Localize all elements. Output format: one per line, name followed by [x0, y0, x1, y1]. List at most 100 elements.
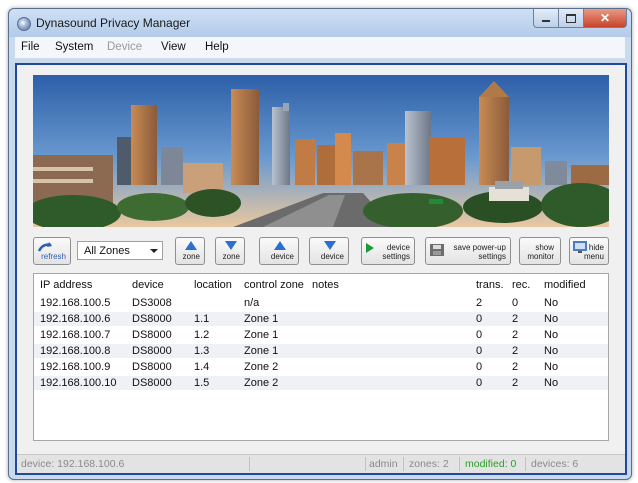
- table-cell: 192.168.100.7: [40, 329, 111, 341]
- table-cell: DS8000: [132, 361, 172, 373]
- table-header: IP address device location control zone …: [34, 278, 608, 292]
- table-cell: 0: [512, 297, 519, 309]
- column-header[interactable]: notes: [312, 279, 339, 291]
- column-header[interactable]: device: [132, 279, 164, 291]
- table-cell: 0: [476, 345, 483, 357]
- table-cell: 192.168.100.10: [40, 377, 117, 389]
- table-cell: 0: [476, 329, 483, 341]
- table-cell: 192.168.100.6: [40, 313, 111, 325]
- skyline-banner: [33, 75, 609, 227]
- status-zones: zones: 2: [409, 458, 449, 470]
- table-cell: 2: [512, 361, 519, 373]
- table-row[interactable]: 192.168.100.10 DS8000 1.5 Zone 2 0 2 No: [34, 376, 608, 390]
- table-row[interactable]: 192.168.100.8 DS8000 1.3 Zone 1 0 2 No: [34, 344, 608, 358]
- hide-menu-line1: hide: [588, 243, 604, 252]
- table-cell: No: [544, 329, 559, 341]
- table-cell: 0: [476, 313, 483, 325]
- menu-help[interactable]: Help: [205, 41, 229, 53]
- device-settings-line2: settings: [382, 252, 410, 261]
- add-zone-button[interactable]: zone: [175, 237, 205, 265]
- chevron-down-icon: [150, 249, 158, 253]
- column-header[interactable]: modified: [544, 279, 586, 291]
- table-cell: Zone 1: [244, 329, 279, 341]
- table-cell: No: [544, 313, 559, 325]
- status-divider: [403, 457, 404, 471]
- window-title: Dynasound Privacy Manager: [36, 16, 191, 30]
- maximize-button[interactable]: [559, 9, 584, 28]
- table-cell: 2: [512, 313, 519, 325]
- column-header[interactable]: rec.: [512, 279, 530, 291]
- menu-device[interactable]: Device: [107, 41, 142, 53]
- table-cell: 1.5: [194, 377, 210, 389]
- menu-view[interactable]: View: [161, 41, 186, 53]
- column-header[interactable]: location: [194, 279, 232, 291]
- maximize-icon: [566, 13, 576, 23]
- table-cell: 192.168.100.8: [40, 345, 111, 357]
- column-header[interactable]: IP address: [40, 279, 92, 291]
- window-controls: ✕: [533, 9, 627, 28]
- table-cell: 2: [512, 345, 519, 357]
- status-user: admin: [369, 458, 398, 470]
- play-icon: [366, 243, 374, 253]
- table-row[interactable]: 192.168.100.6 DS8000 1.1 Zone 1 0 2 No: [34, 312, 608, 326]
- table-cell: DS3008: [132, 297, 172, 309]
- device-settings-button[interactable]: device settings: [361, 237, 415, 265]
- table-cell: 2: [512, 329, 519, 341]
- remove-zone-label: zone: [222, 252, 240, 261]
- table-cell: 2: [512, 377, 519, 389]
- main-panel: refresh All Zones zone zone device devic…: [15, 63, 627, 475]
- status-divider: [459, 457, 460, 471]
- show-monitor-line2: monitor: [527, 252, 554, 261]
- status-selected-device: device: 192.168.100.6: [21, 458, 125, 470]
- minimize-icon: [542, 20, 550, 22]
- remove-device-button[interactable]: device: [309, 237, 349, 265]
- minimize-button[interactable]: [533, 9, 559, 28]
- add-zone-label: zone: [182, 252, 200, 261]
- device-settings-line1: device: [386, 243, 410, 252]
- table-cell: 1.2: [194, 329, 210, 341]
- show-monitor-label: show monitor: [527, 243, 554, 261]
- save-powerup-settings-button[interactable]: save power-up settings: [425, 237, 511, 265]
- menu-file[interactable]: File: [21, 41, 40, 53]
- status-bar: device: 192.168.100.6 admin zones: 2 mod…: [17, 454, 625, 473]
- menu-system[interactable]: System: [55, 41, 93, 53]
- table-cell: Zone 2: [244, 377, 279, 389]
- hide-menu-button[interactable]: hide menu: [569, 237, 609, 265]
- save-powerup-label: save power-up settings: [454, 243, 506, 261]
- device-settings-label: device settings: [382, 243, 410, 261]
- table-row[interactable]: 192.168.100.9 DS8000 1.4 Zone 2 0 2 No: [34, 360, 608, 374]
- menu-bar: File System Device View Help: [15, 37, 625, 59]
- table-cell: n/a: [244, 297, 260, 309]
- table-cell: 1.1: [194, 313, 210, 325]
- table-cell: DS8000: [132, 313, 172, 325]
- refresh-label: refresh: [41, 252, 66, 261]
- close-icon: ✕: [599, 11, 611, 25]
- table-cell: DS8000: [132, 329, 172, 341]
- table-row[interactable]: 192.168.100.7 DS8000 1.2 Zone 1 0 2 No: [34, 328, 608, 342]
- app-icon[interactable]: [17, 17, 31, 31]
- remove-device-icon: [324, 241, 336, 250]
- table-cell: No: [544, 297, 559, 309]
- show-monitor-line1: show: [535, 243, 554, 252]
- refresh-button[interactable]: refresh: [33, 237, 71, 265]
- table-cell: DS8000: [132, 345, 172, 357]
- close-button[interactable]: ✕: [584, 9, 627, 28]
- device-table[interactable]: IP address device location control zone …: [33, 273, 609, 441]
- table-cell: No: [544, 361, 559, 373]
- column-header[interactable]: trans.: [476, 279, 504, 291]
- status-modified: modified: 0: [465, 458, 517, 470]
- table-cell: Zone 1: [244, 345, 279, 357]
- zone-filter-select[interactable]: All Zones: [77, 241, 163, 260]
- column-header[interactable]: control zone: [244, 279, 304, 291]
- remove-zone-button[interactable]: zone: [215, 237, 245, 265]
- table-row[interactable]: 192.168.100.5 DS3008 n/a 2 0 No: [34, 296, 608, 310]
- zone-filter-value: All Zones: [84, 245, 130, 257]
- add-device-label: device: [270, 252, 294, 261]
- title-bar[interactable]: Dynasound Privacy Manager ✕: [9, 9, 631, 37]
- remove-device-label: device: [320, 252, 344, 261]
- show-monitor-button[interactable]: show monitor: [519, 237, 561, 265]
- app-window: Dynasound Privacy Manager ✕ File System …: [8, 8, 632, 480]
- table-cell: 1.4: [194, 361, 210, 373]
- status-divider: [365, 457, 366, 471]
- add-device-button[interactable]: device: [259, 237, 299, 265]
